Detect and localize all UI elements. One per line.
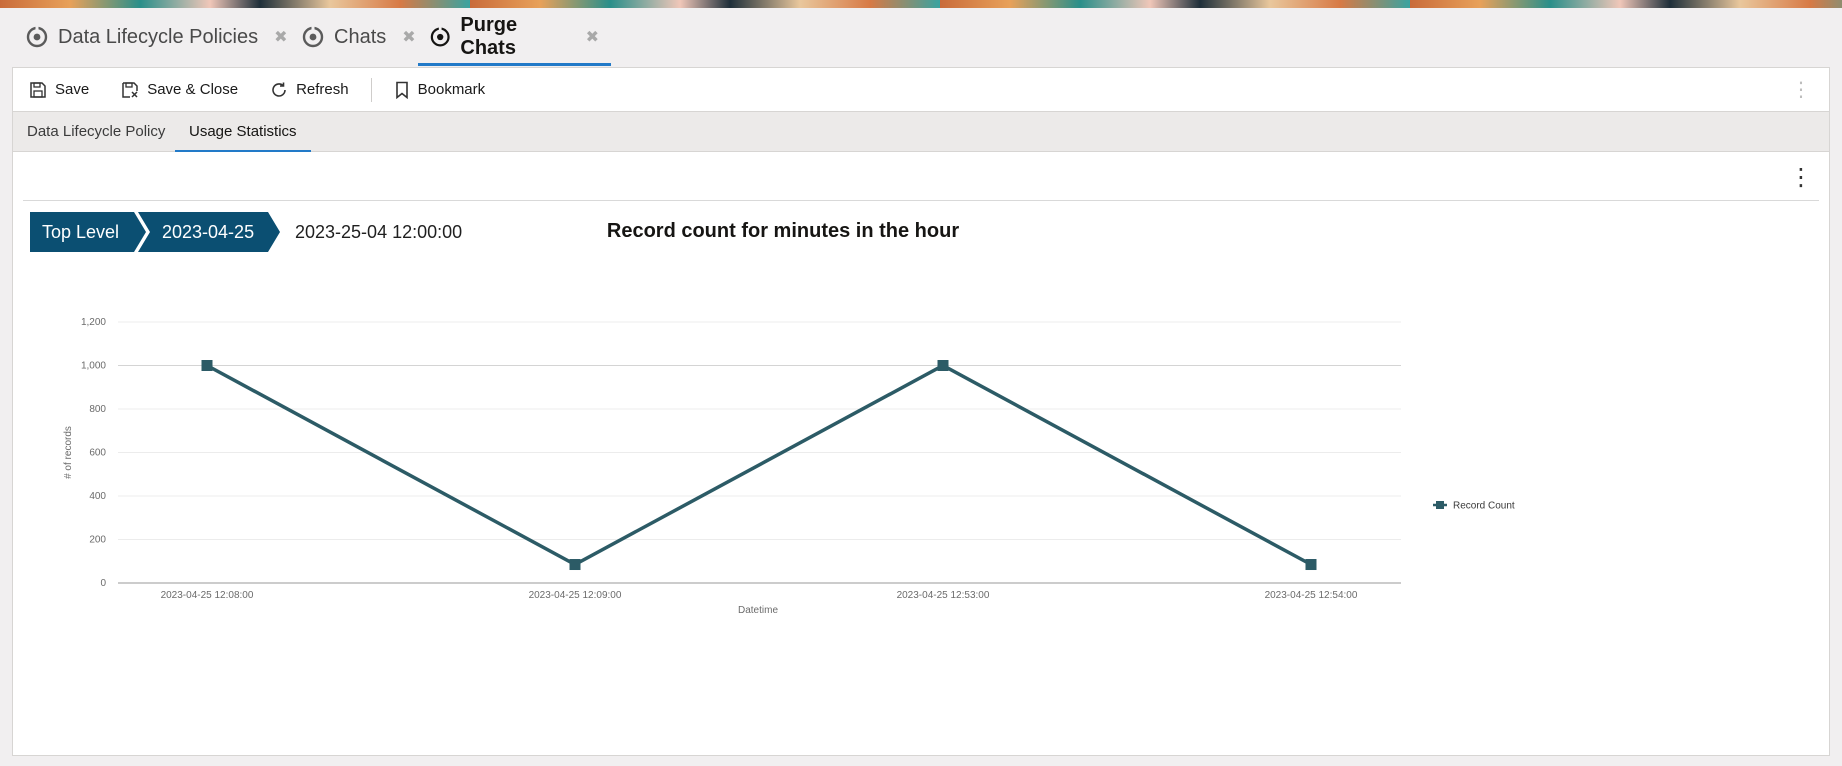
x-tick-label: 2023-04-25 12:53:00 (897, 590, 990, 601)
save-and-close-button[interactable]: Save & Close (105, 68, 254, 112)
y-tick-label: 400 (89, 491, 106, 502)
decorative-banner (0, 0, 1842, 8)
refresh-button[interactable]: Refresh (254, 68, 365, 112)
tab-data-lifecycle-policies[interactable]: Data Lifecycle Policies ✖ (14, 8, 300, 66)
save-close-icon (122, 81, 138, 98)
policy-target-icon (302, 26, 324, 48)
tab-label: Chats (334, 25, 387, 48)
tab-label: Purge Chats (460, 14, 518, 59)
y-tick-label: 800 (89, 404, 106, 415)
bookmark-button[interactable]: Bookmark (378, 68, 502, 112)
chart-title: Record count for minutes in the hour (607, 220, 959, 242)
legend-marker (1436, 501, 1444, 509)
x-axis-label: Datetime (738, 605, 778, 616)
data-point-marker (569, 559, 581, 571)
tab-chats[interactable]: Chats ✖ (290, 8, 428, 66)
tab-data-lifecycle-policy[interactable]: Data Lifecycle Policy (13, 112, 179, 152)
y-axis-label: # of records (63, 426, 74, 479)
refresh-icon (272, 82, 286, 97)
save-close-label: Save & Close (147, 81, 239, 98)
toolbar-separator (370, 77, 372, 102)
document-tabs: Data Lifecycle Policies ✖ Chats ✖ Purge … (0, 8, 1842, 66)
usage-statistics-panel: ⋮ Top Level 2023-04-25 2023-25-04 12:00:… (12, 152, 1830, 756)
save-label: Save (55, 81, 90, 98)
section-tabs: Data Lifecycle Policy Usage Statistics (12, 111, 1830, 153)
tab-usage-statistics[interactable]: Usage Statistics (175, 112, 311, 153)
close-icon[interactable]: ✖ (402, 27, 415, 47)
y-tick-label: 1,000 (81, 361, 106, 372)
save-icon (30, 81, 46, 98)
record-count-line-chart: Record count for minutes in the hour 0 200… (63, 220, 1515, 616)
refresh-label: Refresh (296, 81, 349, 98)
toolbar-more-icon[interactable]: ⋮ (1791, 80, 1811, 100)
toolbar: Save Save & Close Refresh Bookmark ⋮ (12, 67, 1830, 111)
legend-label: Record Count (1453, 501, 1515, 512)
data-point-marker (937, 360, 949, 371)
bookmark-icon (395, 81, 408, 99)
series-line-record-count (206, 363, 1312, 567)
x-tick-label: 2023-04-25 12:54:00 (1265, 590, 1358, 601)
y-tick-label: 200 (89, 535, 106, 546)
x-tick-label: 2023-04-25 12:08:00 (161, 590, 254, 601)
x-tick-label: 2023-04-25 12:09:00 (529, 590, 622, 601)
policy-target-icon (430, 26, 450, 47)
policy-target-icon (26, 26, 48, 48)
y-tick-label: 1,200 (81, 317, 106, 328)
data-point-marker (1305, 559, 1317, 571)
tab-purge-chats[interactable]: Purge Chats ✖ (418, 8, 611, 66)
close-icon[interactable]: ✖ (274, 27, 287, 47)
save-button[interactable]: Save (13, 68, 105, 112)
y-tick-label: 600 (89, 448, 106, 459)
y-tick-label: 0 (100, 578, 106, 589)
tab-label: Data Lifecycle Policies (58, 25, 259, 48)
data-point-marker (201, 360, 213, 371)
close-icon[interactable]: ✖ (586, 27, 599, 47)
bookmark-label: Bookmark (417, 81, 486, 98)
